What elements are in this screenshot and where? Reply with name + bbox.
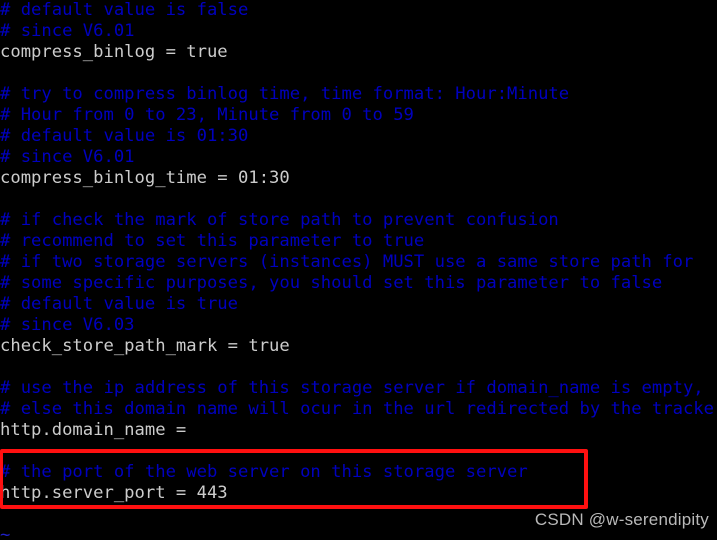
terminal-line[interactable] <box>0 441 717 462</box>
terminal-line[interactable]: # try to compress binlog time, time form… <box>0 84 717 105</box>
terminal-line[interactable]: compress_binlog = true <box>0 42 717 63</box>
terminal-line[interactable]: http.server_port = 443 <box>0 483 717 504</box>
terminal-line[interactable]: # since V6.03 <box>0 315 717 336</box>
terminal-line[interactable]: # use the ip address of this storage ser… <box>0 378 717 399</box>
terminal-line[interactable]: # recommend to set this parameter to tru… <box>0 231 717 252</box>
terminal-line[interactable]: # the port of the web server on this sto… <box>0 462 717 483</box>
terminal-line[interactable]: # since V6.01 <box>0 147 717 168</box>
terminal-line[interactable]: # Hour from 0 to 23, Minute from 0 to 59 <box>0 105 717 126</box>
terminal-line[interactable]: # default value is 01:30 <box>0 126 717 147</box>
terminal-line[interactable]: compress_binlog_time = 01:30 <box>0 168 717 189</box>
terminal-line[interactable]: http.domain_name = <box>0 420 717 441</box>
terminal-line[interactable]: check_store_path_mark = true <box>0 336 717 357</box>
terminal-line[interactable]: # some specific purposes, you should set… <box>0 273 717 294</box>
terminal-line[interactable] <box>0 357 717 378</box>
terminal-line[interactable]: # else this domain name will ocur in the… <box>0 399 717 420</box>
terminal-line[interactable] <box>0 63 717 84</box>
csdn-watermark: CSDN @w-serendipity <box>534 510 709 529</box>
terminal-line[interactable]: # if check the mark of store path to pre… <box>0 210 717 231</box>
terminal-line[interactable] <box>0 189 717 210</box>
terminal-line[interactable]: # if two storage servers (instances) MUS… <box>0 252 717 273</box>
terminal-screen: # default value is false # since V6.01 com… <box>0 0 717 540</box>
terminal-line[interactable]: # since V6.01 <box>0 21 717 42</box>
terminal-line[interactable]: # default value is true <box>0 294 717 315</box>
vim-text-buffer[interactable]: # default value is false # since V6.01 com… <box>0 0 717 540</box>
terminal-line[interactable]: # default value is false <box>0 0 717 21</box>
